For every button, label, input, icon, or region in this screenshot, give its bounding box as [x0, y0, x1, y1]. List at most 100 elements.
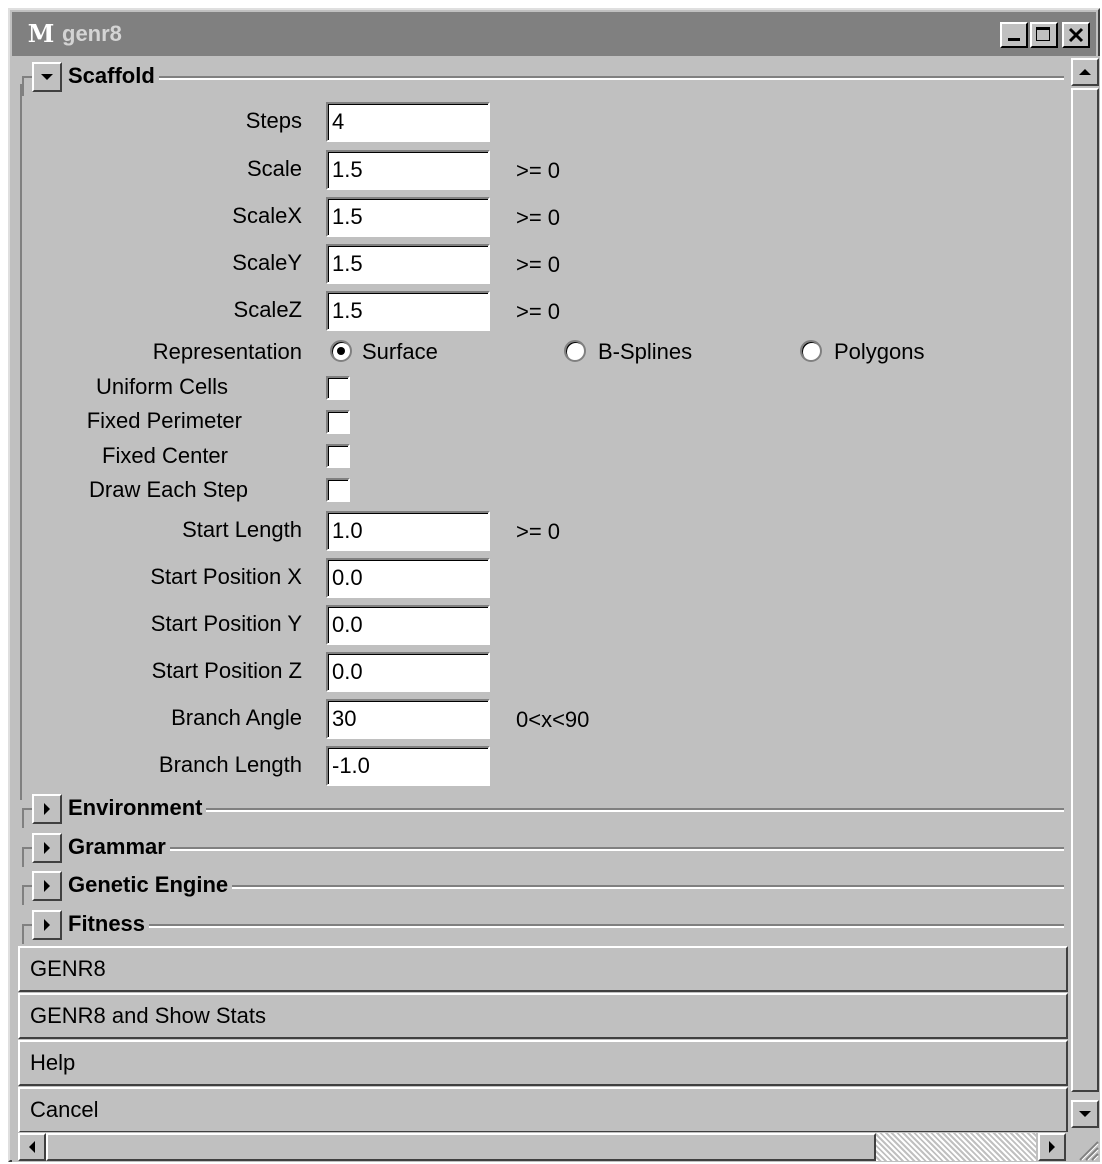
vertical-scroll-thumb[interactable]: [1071, 88, 1099, 1092]
vertical-scrollbar[interactable]: [1070, 56, 1100, 1132]
frame-corner: [22, 885, 32, 905]
frame-corner: [22, 847, 32, 867]
scaley-hint: >= 0: [516, 252, 561, 277]
genetic-engine-expand-button[interactable]: [32, 871, 62, 901]
steps-field[interactable]: 4: [326, 102, 490, 142]
scale-field[interactable]: 1.5: [326, 150, 490, 190]
scroll-track[interactable]: [876, 1133, 1036, 1161]
radio-surface-label: Surface: [362, 339, 438, 364]
start-length-field[interactable]: 1.0: [326, 511, 490, 551]
radio-surface[interactable]: [330, 340, 352, 362]
chevron-right-icon: [44, 880, 50, 892]
start-length-label: Start Length: [182, 517, 302, 542]
scalex-hint: >= 0: [516, 205, 561, 230]
genetic-engine-title: Genetic Engine: [68, 871, 233, 899]
start-position-y-field[interactable]: 0.0: [326, 605, 490, 645]
start-position-z-field[interactable]: 0.0: [326, 652, 490, 692]
genr8-button[interactable]: GENR8: [18, 946, 1068, 992]
scaley-label: ScaleY: [232, 250, 302, 275]
draw-each-step-label: Draw Each Step: [89, 477, 248, 502]
maximize-icon: [1036, 27, 1050, 41]
uniform-cells-checkbox[interactable]: [326, 376, 350, 400]
branch-length-field[interactable]: -1.0: [326, 746, 490, 786]
start-position-y-label: Start Position Y: [150, 611, 302, 636]
representation-label: Representation: [152, 339, 302, 364]
start-position-x-field[interactable]: 0.0: [326, 558, 490, 598]
resize-grip[interactable]: [1070, 1132, 1100, 1162]
scroll-down-button[interactable]: [1071, 1100, 1099, 1128]
scalex-label: ScaleX: [232, 203, 302, 228]
scaffold-title: Scaffold: [68, 62, 159, 90]
genr8-show-stats-button[interactable]: GENR8 and Show Stats: [18, 993, 1068, 1039]
arrow-down-icon: [1079, 1111, 1091, 1117]
arrow-up-icon: [1079, 69, 1091, 75]
environment-expand-button[interactable]: [32, 794, 62, 824]
scalez-label: ScaleZ: [233, 297, 302, 322]
chevron-right-icon: [44, 919, 50, 931]
scalez-hint: >= 0: [516, 299, 561, 324]
scroll-up-button[interactable]: [1071, 58, 1099, 86]
steps-label: Steps: [245, 108, 302, 133]
scale-hint: >= 0: [516, 158, 561, 183]
genetic-engine-frame-header: Genetic Engine: [16, 869, 1066, 905]
environment-frame-header: Environment: [16, 792, 1066, 828]
scaffold-collapse-button[interactable]: [32, 62, 62, 92]
start-position-z-label: Start Position Z: [151, 658, 302, 683]
fitness-expand-button[interactable]: [32, 910, 62, 940]
branch-angle-field[interactable]: 30: [326, 699, 490, 739]
scaffold-frame-header: Scaffold: [16, 60, 1066, 96]
title-bar[interactable]: M genr8: [12, 12, 1096, 56]
frame-rule: [68, 76, 1064, 80]
grammar-title: Grammar: [68, 833, 170, 861]
frame-corner: [22, 924, 32, 944]
scalex-field[interactable]: 1.5: [326, 197, 490, 237]
close-button[interactable]: [1062, 22, 1090, 48]
maximize-button[interactable]: [1030, 22, 1058, 48]
form-content: Scaffold Steps 4 Scale 1.5 >= 0 ScaleX 1…: [12, 56, 1070, 1132]
scale-label: Scale: [246, 156, 302, 181]
arrow-left-icon: [29, 1141, 35, 1153]
branch-angle-hint: 0<x<90: [516, 707, 590, 732]
scalez-field[interactable]: 1.5: [326, 291, 490, 331]
frame-rule: [68, 808, 1064, 812]
maya-logo-icon: M: [27, 19, 55, 48]
horizontal-scroll-thumb[interactable]: [46, 1133, 876, 1161]
uniform-cells-label: Uniform Cells: [95, 374, 228, 399]
branch-length-label: Branch Length: [158, 752, 302, 777]
fitness-title: Fitness: [68, 910, 150, 938]
fixed-center-checkbox[interactable]: [326, 444, 350, 468]
scroll-right-button[interactable]: [1038, 1133, 1066, 1161]
branch-angle-label: Branch Angle: [171, 705, 302, 730]
scroll-left-button[interactable]: [18, 1133, 46, 1161]
start-position-x-label: Start Position X: [150, 564, 302, 589]
radio-bsplines[interactable]: [564, 340, 586, 362]
frame-left-border: [20, 84, 22, 800]
frame-corner: [22, 808, 32, 828]
radio-bsplines-label: B-Splines: [598, 339, 693, 364]
scaley-field[interactable]: 1.5: [326, 244, 490, 284]
fixed-perimeter-checkbox[interactable]: [326, 410, 350, 434]
horizontal-scrollbar[interactable]: [12, 1132, 1070, 1162]
chevron-right-icon: [44, 803, 50, 815]
cancel-button[interactable]: Cancel: [18, 1087, 1068, 1132]
radio-selected-dot: [337, 347, 345, 355]
draw-each-step-checkbox[interactable]: [326, 478, 350, 502]
fixed-perimeter-label: Fixed Perimeter: [86, 408, 242, 433]
minimize-button[interactable]: [1000, 22, 1028, 48]
frame-rule: [68, 847, 1064, 851]
fixed-center-label: Fixed Center: [102, 443, 228, 468]
fitness-frame-header: Fitness: [16, 908, 1066, 944]
chevron-down-icon: [41, 74, 53, 80]
radio-polygons[interactable]: [800, 340, 822, 362]
genr8-window: M genr8 Scaffold Steps 4 Scale 1.5 >= 0 …: [8, 8, 1100, 1162]
chevron-right-icon: [44, 842, 50, 854]
grammar-expand-button[interactable]: [32, 833, 62, 863]
arrow-right-icon: [1049, 1141, 1055, 1153]
frame-rule: [68, 924, 1064, 928]
window-title: genr8: [62, 21, 122, 46]
help-button[interactable]: Help: [18, 1040, 1068, 1086]
start-length-hint: >= 0: [516, 519, 561, 544]
minimize-icon: [1008, 38, 1020, 41]
close-icon: [1068, 27, 1084, 43]
radio-polygons-label: Polygons: [834, 339, 925, 364]
